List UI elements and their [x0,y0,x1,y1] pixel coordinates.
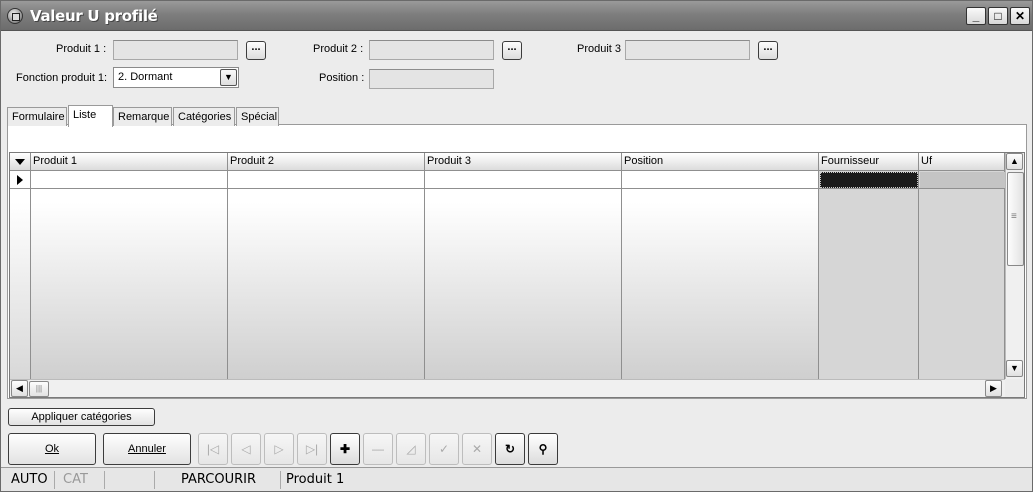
produit1-browse-button[interactable]: ... [246,41,266,60]
fonction-label: Fonction produit 1: [16,72,108,84]
ok-label: Ok [44,443,60,455]
tab-categories[interactable]: Catégories [173,107,235,126]
scroll-up-icon[interactable]: ▲ [1006,153,1023,170]
prev-record-button[interactable]: ◁ [231,433,261,465]
cancel-label: Annuler [128,443,166,455]
window-title: Valeur U profilé [30,7,158,25]
apply-categories-button[interactable]: Appliquer catégories [8,408,155,426]
cancel-button[interactable]: Annuler [103,433,191,465]
main-window: Valeur U profilé _ □ ✕ Produit 1 : ... P… [0,0,1033,492]
column-header-produit1[interactable]: Produit 1 [31,153,228,171]
column-header-uf[interactable]: Uf [919,153,1005,171]
grid-column-produit2[interactable] [228,171,425,379]
delete-icon: — [372,442,384,456]
current-row-icon [17,175,23,185]
produit3-label: Produit 3 [577,43,622,55]
produit2-label: Produit 2 : [313,43,364,55]
data-grid[interactable]: Produit 1 Produit 2 Produit 3 Position F… [9,152,1025,398]
produit1-field[interactable] [113,40,238,60]
close-icon: ✕ [1014,9,1026,23]
tab-formulaire[interactable]: Formulaire [7,107,67,126]
first-icon: |◁ [206,442,220,456]
find-button[interactable]: ⚲ [528,433,558,465]
produit3-browse-button[interactable]: ... [758,41,778,60]
produit2-field[interactable] [369,40,494,60]
status-bar: AUTO CAT PARCOURIR Produit 1 [1,467,1032,491]
status-cat: CAT [59,471,105,489]
ok-button[interactable]: Ok [8,433,96,465]
scroll-right-icon[interactable]: ▶ [985,380,1002,397]
close-button[interactable]: ✕ [1010,7,1030,25]
grid-column-uf[interactable] [919,171,1005,379]
grid-column-produit1[interactable] [31,171,228,379]
last-record-button[interactable]: ▷| [297,433,327,465]
tab-remarque[interactable]: Remarque [113,107,172,126]
grid-cell-uf[interactable] [920,172,1005,188]
status-mode: AUTO [7,471,55,489]
status-empty [109,471,155,489]
app-icon[interactable] [7,8,23,24]
minimize-icon: _ [972,9,980,23]
confirm-record-button[interactable]: ✓ [429,433,459,465]
cancel-edit-button[interactable]: ✕ [462,433,492,465]
produit2-browse-button[interactable]: ... [502,41,522,60]
status-state: PARCOURIR [177,471,281,489]
column-header-produit3[interactable]: Produit 3 [425,153,622,171]
horizontal-scroll-thumb[interactable]: ||| [29,381,49,397]
cancel-edit-icon: ✕ [471,442,483,456]
chevron-down-icon[interactable]: ▼ [220,69,237,86]
column-header-produit2[interactable]: Produit 2 [228,153,425,171]
scroll-left-icon[interactable]: ◀ [11,380,28,397]
vertical-scroll-thumb[interactable] [1007,172,1024,266]
tab-special[interactable]: Spécial [236,107,279,126]
horizontal-scrollbar[interactable]: ◀ ||| ▶ [10,379,1005,397]
maximize-icon: □ [994,9,1002,23]
find-icon: ⚲ [538,442,548,456]
refresh-button[interactable]: ↻ [495,433,525,465]
next-record-button[interactable]: ▷ [264,433,294,465]
tab-liste[interactable]: Liste [68,105,113,127]
fonction-select[interactable]: 2. Dormant ▼ [113,67,239,88]
row-indicator-column [10,171,31,379]
edit-record-button[interactable]: ◿ [396,433,426,465]
next-icon: ▷ [274,442,284,456]
position-label: Position : [319,72,365,84]
grid-column-fournisseur[interactable] [819,171,919,379]
prev-icon: ◁ [241,442,251,456]
confirm-icon: ✓ [438,442,450,456]
fonction-value: 2. Dormant [118,71,173,83]
status-field: Produit 1 [286,472,345,487]
vertical-scrollbar[interactable]: ▲ ▼ [1005,153,1024,379]
grid-menu-button[interactable] [10,153,31,171]
column-header-fournisseur[interactable]: Fournisseur [819,153,919,171]
first-record-button[interactable]: |◁ [198,433,228,465]
produit1-label: Produit 1 : [56,43,107,55]
grid-column-position[interactable] [622,171,819,379]
last-icon: ▷| [305,442,319,456]
scroll-corner [1005,379,1024,397]
position-field[interactable] [369,69,494,89]
delete-record-button[interactable]: — [363,433,393,465]
add-icon: ✚ [339,442,351,456]
refresh-icon: ↻ [504,442,516,456]
title-bar[interactable]: Valeur U profilé _ □ ✕ [1,1,1032,31]
produit3-field[interactable] [625,40,750,60]
grid-column-produit3[interactable] [425,171,622,379]
minimize-button[interactable]: _ [966,7,986,25]
maximize-button[interactable]: □ [988,7,1008,25]
scroll-down-icon[interactable]: ▼ [1006,360,1023,377]
edit-icon: ◿ [406,442,416,456]
selected-cell[interactable] [820,172,918,188]
add-record-button[interactable]: ✚ [330,433,360,465]
column-header-position[interactable]: Position [622,153,819,171]
